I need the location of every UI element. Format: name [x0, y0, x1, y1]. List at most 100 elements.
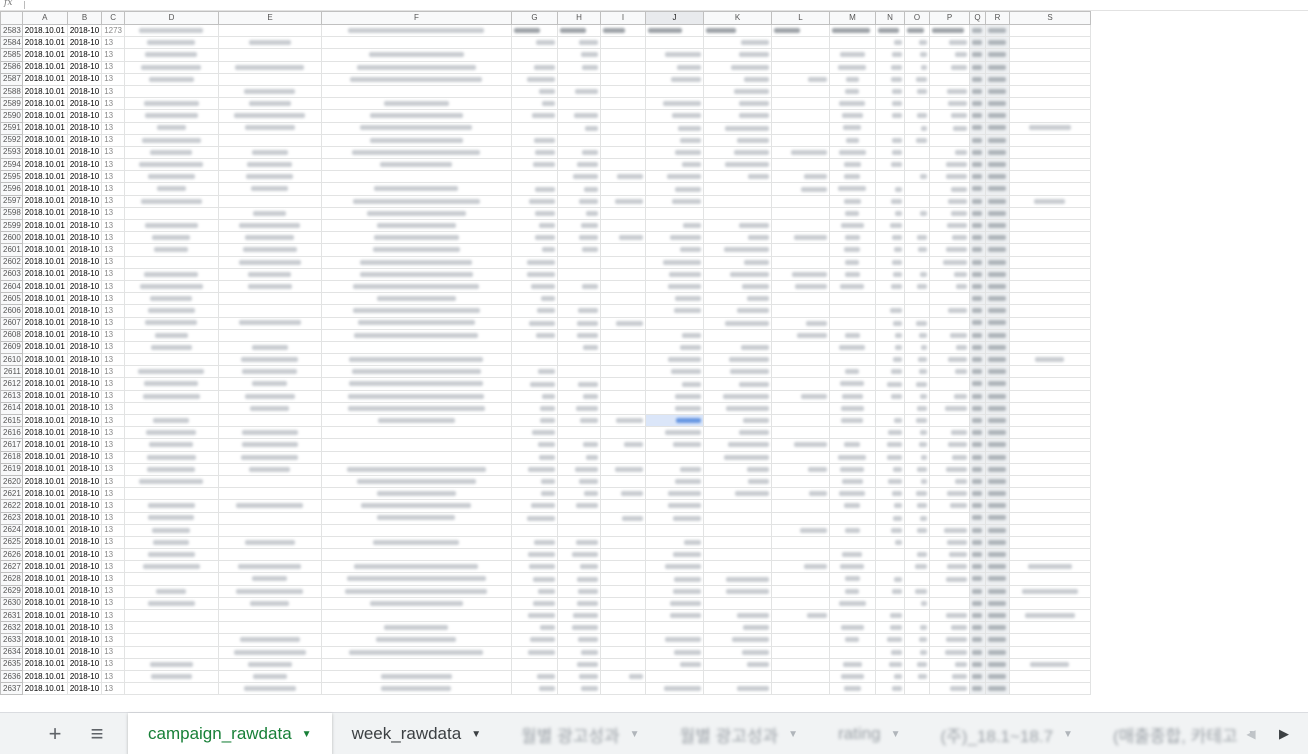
cell-i[interactable] [600, 657, 646, 671]
cell-o[interactable] [904, 523, 930, 537]
cell-h[interactable] [557, 645, 601, 659]
cell-c[interactable]: 13 [101, 353, 125, 367]
cell-h[interactable] [557, 389, 601, 403]
cell-a[interactable]: 2018.10.01 [21, 511, 68, 525]
row-header[interactable]: 2588 [0, 84, 23, 99]
cell-f[interactable] [321, 109, 512, 123]
cell-m[interactable] [829, 60, 876, 74]
cell-d[interactable] [124, 328, 219, 342]
cell-c[interactable]: 13 [101, 682, 125, 696]
cell-i[interactable] [600, 145, 646, 160]
cell-q[interactable] [969, 584, 986, 598]
column-header-e[interactable]: E [218, 11, 322, 25]
cell-l[interactable] [771, 36, 830, 50]
row-header[interactable]: 2619 [0, 462, 23, 476]
cell-e[interactable] [218, 328, 322, 342]
cell-i[interactable] [600, 206, 646, 221]
row-header[interactable]: 2633 [0, 633, 23, 647]
cell-n[interactable] [875, 462, 905, 476]
cell-g[interactable] [511, 97, 558, 111]
cell-k[interactable] [703, 267, 772, 281]
column-header-n[interactable]: N [875, 11, 905, 25]
cell-k[interactable] [703, 328, 772, 342]
row-header[interactable]: 2590 [0, 109, 23, 123]
cell-c[interactable]: 13 [101, 548, 125, 562]
cell-l[interactable] [771, 133, 830, 147]
cell-h[interactable] [557, 316, 601, 330]
cell-a[interactable]: 2018.10.01 [21, 133, 68, 147]
cell-l[interactable] [771, 487, 830, 501]
cell-a[interactable]: 2018.10.01 [21, 194, 68, 208]
cell-n[interactable] [875, 218, 905, 233]
cell-q[interactable] [969, 596, 986, 611]
cell-h[interactable] [557, 548, 601, 562]
cell-d[interactable] [124, 572, 219, 586]
cell-r[interactable] [985, 182, 1010, 196]
cell-a[interactable]: 2018.10.01 [21, 633, 68, 647]
cell-b[interactable]: 2018-10 [66, 231, 103, 245]
cell-c[interactable]: 13 [101, 267, 125, 281]
cell-p[interactable] [929, 231, 970, 245]
cell-i[interactable] [600, 401, 646, 416]
cell-h[interactable] [557, 487, 601, 501]
cell-g[interactable] [511, 23, 558, 38]
cell-a[interactable]: 2018.10.01 [21, 109, 68, 123]
cell-n[interactable] [875, 145, 905, 160]
cell-r[interactable] [985, 596, 1010, 611]
cell-q[interactable] [969, 682, 986, 696]
cell-m[interactable] [829, 218, 876, 233]
selected-cell[interactable] [645, 413, 704, 428]
cell-r[interactable] [985, 621, 1010, 635]
cell-e[interactable] [218, 535, 322, 550]
cell-s[interactable] [1009, 158, 1091, 172]
cell-c[interactable]: 13 [101, 657, 125, 671]
row-header[interactable]: 2591 [0, 121, 23, 135]
column-header-a[interactable]: A [21, 11, 68, 25]
cell-a[interactable]: 2018.10.01 [21, 206, 68, 221]
cell-e[interactable] [218, 243, 322, 257]
cell-d[interactable] [124, 621, 219, 635]
cell-a[interactable]: 2018.10.01 [21, 170, 68, 184]
cell-a[interactable]: 2018.10.01 [21, 523, 68, 537]
cell-m[interactable] [829, 377, 876, 391]
cell-a[interactable]: 2018.10.01 [21, 279, 68, 294]
cell-j[interactable] [645, 548, 704, 562]
cell-n[interactable] [875, 657, 905, 671]
cell-d[interactable] [124, 340, 219, 355]
cell-e[interactable] [218, 182, 322, 196]
cell-f[interactable] [321, 401, 512, 416]
cell-h[interactable] [557, 231, 601, 245]
cell-j[interactable] [645, 36, 704, 50]
cell-n[interactable] [875, 255, 905, 269]
cell-r[interactable] [985, 572, 1010, 586]
cell-m[interactable] [829, 133, 876, 147]
cell-r[interactable] [985, 231, 1010, 245]
cell-c[interactable]: 13 [101, 255, 125, 269]
cell-p[interactable] [929, 535, 970, 550]
cell-s[interactable] [1009, 462, 1091, 476]
cell-q[interactable] [969, 389, 986, 403]
cell-h[interactable] [557, 158, 601, 172]
cell-j[interactable] [645, 316, 704, 330]
cell-r[interactable] [985, 377, 1010, 391]
cell-q[interactable] [969, 365, 986, 379]
cell-p[interactable] [929, 133, 970, 147]
cell-s[interactable] [1009, 413, 1091, 428]
row-header[interactable]: 2607 [0, 316, 23, 330]
cell-o[interactable] [904, 511, 930, 525]
cell-i[interactable] [600, 231, 646, 245]
cell-g[interactable] [511, 365, 558, 379]
cell-q[interactable] [969, 669, 986, 684]
cell-n[interactable] [875, 365, 905, 379]
cell-n[interactable] [875, 584, 905, 598]
cell-b[interactable]: 2018-10 [66, 645, 103, 659]
cell-s[interactable] [1009, 535, 1091, 550]
cell-i[interactable] [600, 645, 646, 659]
cell-n[interactable] [875, 292, 905, 306]
cell-q[interactable] [969, 292, 986, 306]
cell-s[interactable] [1009, 499, 1091, 513]
cell-g[interactable] [511, 548, 558, 562]
cell-s[interactable] [1009, 474, 1091, 489]
cell-h[interactable] [557, 182, 601, 196]
cell-p[interactable] [929, 121, 970, 135]
